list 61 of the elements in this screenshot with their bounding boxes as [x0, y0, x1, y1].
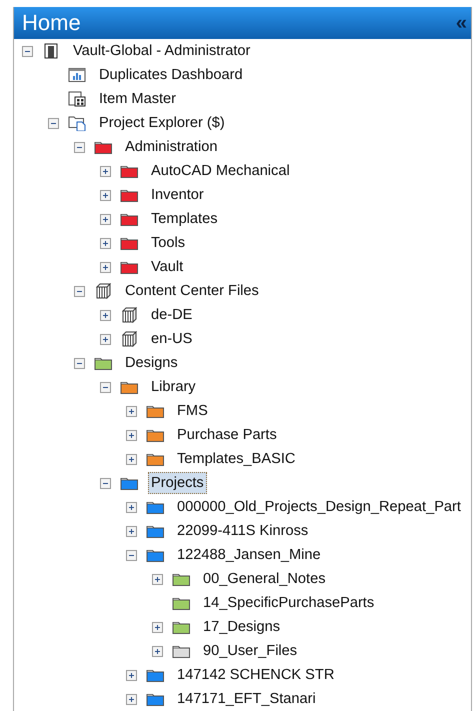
expand-toggle-icon[interactable] — [152, 574, 163, 584]
tree-item-label[interactable]: 90_User_Files — [200, 640, 300, 662]
tree-item-label[interactable]: Purchase Parts — [174, 424, 280, 446]
tree-item-label[interactable]: 22099-411S Kinross — [174, 520, 312, 542]
tree-item-label[interactable]: 122488_Jansen_Mine — [174, 544, 324, 566]
tree-item-label[interactable]: Templates_BASIC — [174, 448, 298, 470]
library-icon — [120, 331, 138, 347]
folder-document-icon — [68, 115, 86, 131]
collapse-toggle-icon[interactable] — [74, 358, 85, 368]
tree-item-label[interactable]: Tools — [148, 232, 188, 254]
tree-item-label[interactable]: 00_General_Notes — [200, 568, 329, 590]
expand-toggle-icon[interactable] — [126, 406, 137, 416]
tree-item-label[interactable]: Administration — [122, 136, 220, 158]
tree-item-label[interactable]: Project Explorer ($) — [96, 112, 228, 134]
expand-toggle-icon[interactable] — [152, 646, 163, 656]
tree-item-label[interactable]: 14_SpecificPurchaseParts — [200, 592, 378, 614]
collapse-toggle-icon[interactable] — [22, 46, 33, 56]
tree-item-label[interactable]: Vault-Global - Administrator — [70, 40, 254, 62]
collapse-toggle-icon[interactable] — [74, 286, 85, 296]
collapse-toggle-icon[interactable] — [48, 118, 59, 128]
tree-item-label[interactable]: Projects — [148, 472, 207, 494]
tree-item-label[interactable]: 147142 SCHENCK STR — [174, 664, 338, 686]
expand-toggle-icon[interactable] — [100, 190, 111, 200]
expand-toggle-icon[interactable] — [100, 214, 111, 224]
expand-toggle-icon[interactable] — [100, 334, 111, 344]
library-icon — [120, 307, 138, 323]
tree-item-label[interactable]: Templates — [148, 208, 221, 230]
tree-item-label[interactable]: 000000_Old_Projects_Design_Repeat_Part — [174, 496, 464, 518]
grid-list-icon — [68, 91, 86, 107]
tree-item-label[interactable]: FMS — [174, 400, 211, 422]
tree-item-label[interactable]: AutoCAD Mechanical — [148, 160, 293, 182]
tree-item-label[interactable]: Designs — [122, 352, 181, 374]
expand-toggle-icon[interactable] — [100, 262, 111, 272]
collapse-toggle-icon[interactable] — [100, 478, 111, 488]
expand-toggle-icon[interactable] — [126, 454, 137, 464]
collapse-toggle-icon[interactable] — [126, 550, 137, 560]
tree-item-label[interactable]: 17_Designs — [200, 616, 284, 638]
collapse-toggle-icon[interactable] — [74, 142, 85, 152]
library-icon — [94, 283, 112, 299]
tree-item-label[interactable]: de-DE — [148, 304, 196, 326]
expand-toggle-icon[interactable] — [126, 694, 137, 704]
tree-item-label[interactable]: Duplicates Dashboard — [96, 64, 246, 86]
expand-toggle-icon[interactable] — [126, 430, 137, 440]
panel-title: Home — [22, 9, 81, 37]
expand-toggle-icon[interactable] — [100, 310, 111, 320]
tree-item-label[interactable]: Library — [148, 376, 199, 398]
vault-icon — [42, 43, 60, 59]
tree-item-label[interactable]: Inventor — [148, 184, 207, 206]
expand-toggle-icon[interactable] — [100, 166, 111, 176]
tree-item-label[interactable]: Content Center Files — [122, 280, 262, 302]
tree-item-label[interactable]: en-US — [148, 328, 196, 350]
tree-item-label[interactable]: Item Master — [96, 88, 180, 110]
expand-toggle-icon[interactable] — [126, 502, 137, 512]
tree-item-label[interactable]: Vault — [148, 256, 186, 278]
dashboard-icon — [68, 67, 86, 83]
expand-toggle-icon[interactable] — [152, 622, 163, 632]
expand-toggle-icon[interactable] — [100, 238, 111, 248]
tree-item-label[interactable]: 147171_EFT_Stanari — [174, 688, 319, 710]
collapse-toggle-icon[interactable] — [100, 382, 111, 392]
expand-toggle-icon[interactable] — [126, 670, 137, 680]
expand-toggle-icon[interactable] — [126, 526, 137, 536]
